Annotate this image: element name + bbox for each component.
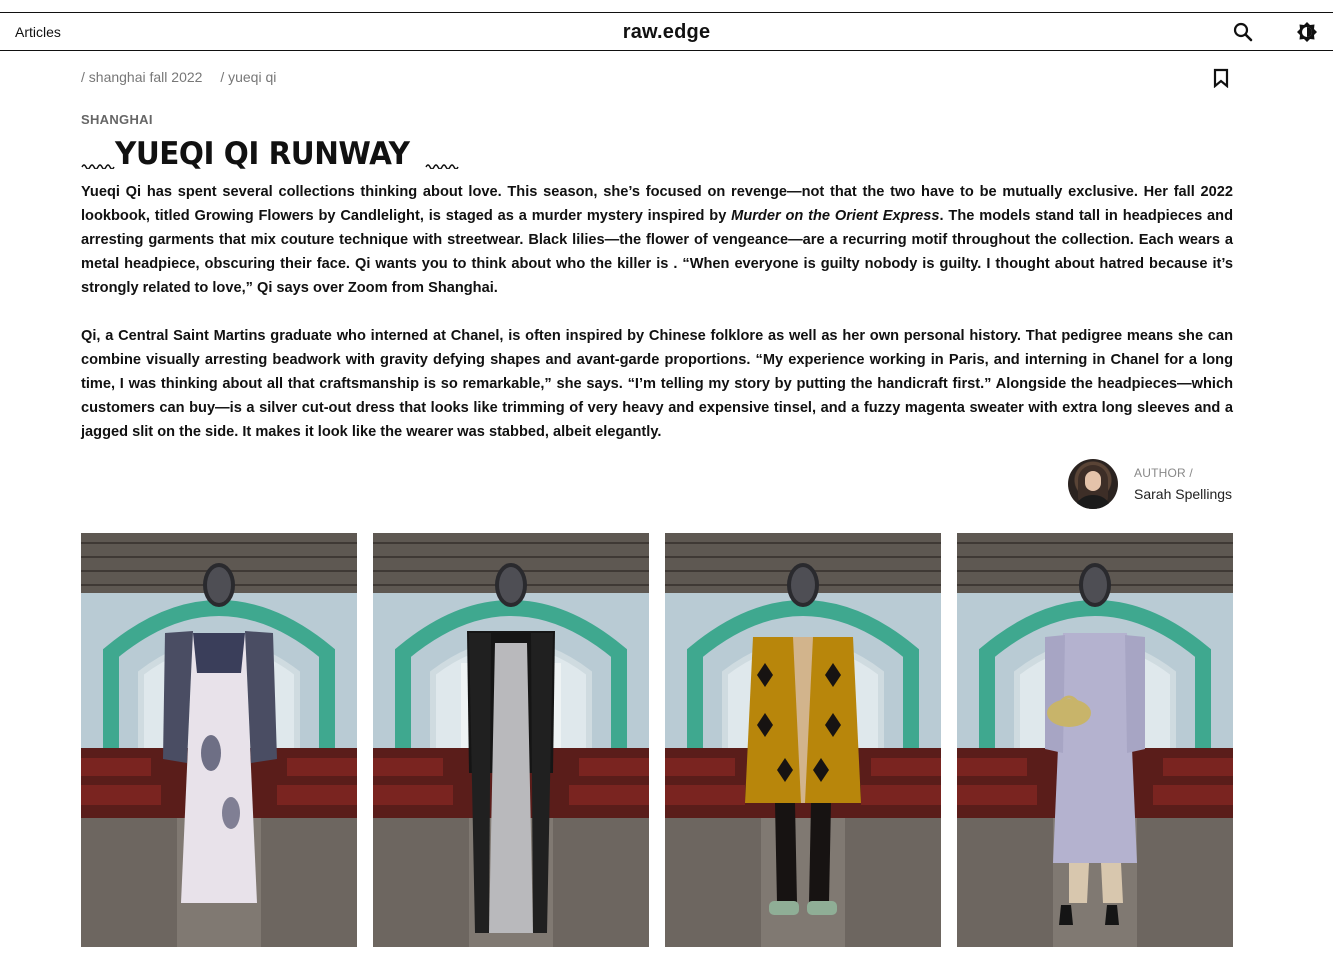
- article-title-row: YUEQI QI RUNWAY: [81, 134, 459, 174]
- breadcrumb-item-shanghai-fall-2022[interactable]: / shanghai fall 2022: [81, 69, 202, 85]
- breadcrumb-item-yueqi-qi[interactable]: / yueqi qi: [220, 69, 276, 85]
- site-logo[interactable]: raw.edge: [0, 21, 1333, 44]
- book-title-italic: Murder on the Orient Express: [731, 208, 940, 224]
- avatar[interactable]: [1068, 459, 1118, 509]
- search-icon[interactable]: [1232, 21, 1254, 43]
- runway-gallery: [81, 533, 1233, 947]
- theme-toggle-icon[interactable]: [1296, 21, 1318, 43]
- article-body: Yueqi Qi has spent several collections t…: [81, 180, 1233, 468]
- author-label: AUTHOR /: [1134, 466, 1193, 480]
- page-title: YUEQI QI RUNWAY: [115, 136, 410, 172]
- runway-photo-look-4[interactable]: [957, 533, 1233, 947]
- author-name[interactable]: Sarah Spellings: [1134, 486, 1232, 502]
- runway-photo-look-2[interactable]: [373, 533, 649, 947]
- top-navigation-bar: Articles raw.edge: [0, 12, 1333, 51]
- runway-photo-look-3[interactable]: [665, 533, 941, 947]
- wave-decoration-icon: [81, 164, 115, 169]
- runway-photo-look-1[interactable]: [81, 533, 357, 947]
- bookmark-icon[interactable]: [1212, 68, 1230, 89]
- article-kicker: SHANGHAI: [81, 112, 153, 127]
- author-block[interactable]: AUTHOR / Sarah Spellings: [1068, 459, 1233, 509]
- breadcrumb: / shanghai fall 2022 / yueqi qi: [81, 69, 290, 85]
- wave-decoration-icon: [425, 164, 459, 169]
- article-paragraph-1: Yueqi Qi has spent several collections t…: [81, 180, 1233, 300]
- article-paragraph-2: Qi, a Central Saint Martins graduate who…: [81, 328, 1233, 440]
